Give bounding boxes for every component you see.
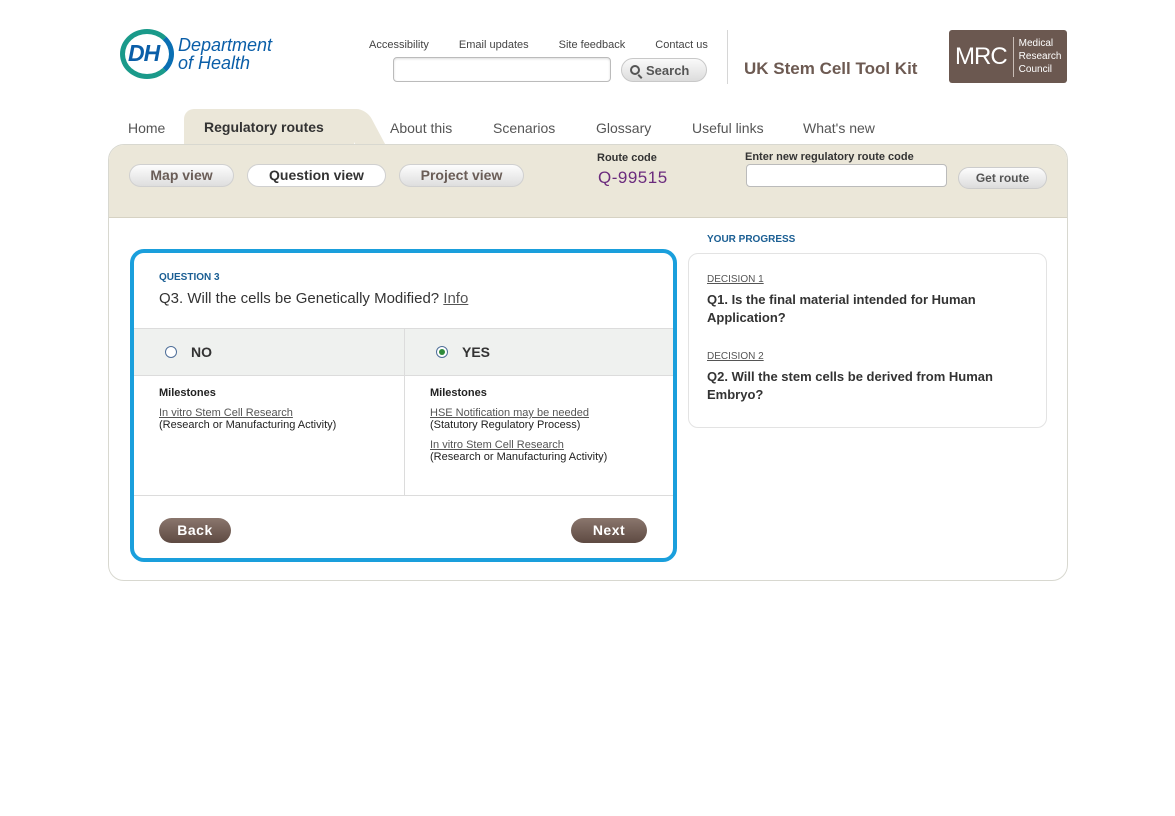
milestone-link[interactable]: In vitro Stem Cell Research	[430, 439, 673, 451]
route-code-label: Route code	[597, 152, 657, 164]
option-yes-header[interactable]: YES	[405, 329, 673, 376]
progress-panel: DECISION 1 Q1. Is the final material int…	[688, 253, 1047, 428]
decision-question: Q2. Will the stem cells be derived from …	[707, 369, 993, 402]
search-input[interactable]	[393, 57, 611, 82]
route-code-value: Q-99515	[598, 168, 668, 187]
option-yes-label: YES	[462, 344, 491, 360]
tab-about-this[interactable]: About this	[390, 120, 452, 136]
milestone-sub: (Research or Manufacturing Activity)	[159, 419, 337, 431]
project-view-button[interactable]: Project view	[399, 164, 524, 187]
logo-line-2: of Health	[178, 53, 251, 73]
progress-title: YOUR PROGRESS	[707, 234, 796, 245]
link-site-feedback[interactable]: Site feedback	[559, 39, 626, 51]
view-toolbar: Map view Question view Project view Rout…	[109, 145, 1067, 218]
mrc-line-1: Medical	[1018, 38, 1054, 49]
tab-home[interactable]: Home	[128, 120, 165, 136]
link-accessibility[interactable]: Accessibility	[369, 39, 429, 51]
option-yes: YES Milestones HSE Notification may be n…	[404, 329, 673, 495]
header-divider	[727, 30, 728, 84]
milestone-link[interactable]: HSE Notification may be needed	[430, 407, 673, 419]
get-route-button[interactable]: Get route	[958, 167, 1047, 189]
tab-scenarios[interactable]: Scenarios	[493, 120, 555, 136]
main-nav: Home Regulatory routes About this Scenar…	[108, 109, 1068, 145]
link-email-updates[interactable]: Email updates	[459, 39, 529, 51]
question-panel: QUESTION 3 Q3. Will the cells be Genetic…	[130, 249, 677, 562]
option-no-header[interactable]: NO	[134, 329, 404, 376]
next-button[interactable]: Next	[571, 518, 647, 543]
utility-links: Accessibility Email updates Site feedbac…	[369, 39, 738, 51]
option-no-label: NO	[191, 344, 212, 360]
decision-link[interactable]: DECISION 1	[707, 274, 1027, 285]
back-button[interactable]: Back	[159, 518, 231, 543]
mrc-logo[interactable]: MRC Medical Research Council	[949, 30, 1067, 83]
question-number: QUESTION 3	[159, 272, 220, 283]
search-button[interactable]: Search	[621, 58, 707, 82]
link-contact-us[interactable]: Contact us	[655, 39, 708, 51]
route-input-label: Enter new regulatory route code	[745, 151, 914, 163]
milestone-link[interactable]: In vitro Stem Cell Research	[159, 407, 404, 419]
route-code-input[interactable]	[746, 164, 947, 187]
milestones-title: Milestones	[159, 387, 216, 399]
question-text: Q3. Will the cells be Genetically Modifi…	[159, 290, 469, 307]
decision-item: DECISION 2 Q2. Will the stem cells be de…	[707, 351, 1027, 404]
magnifier-icon	[630, 65, 640, 75]
mrc-line-2: Research	[1018, 51, 1062, 62]
milestone-sub: (Research or Manufacturing Activity)	[430, 451, 608, 463]
decision-link[interactable]: DECISION 2	[707, 351, 1027, 362]
mrc-line-3: Council	[1018, 64, 1053, 75]
map-view-button[interactable]: Map view	[129, 164, 234, 187]
tab-whats-new[interactable]: What's new	[803, 120, 875, 136]
tab-glossary[interactable]: Glossary	[596, 120, 651, 136]
radio-yes[interactable]	[436, 346, 448, 358]
question-view-button[interactable]: Question view	[247, 164, 386, 187]
milestones-title: Milestones	[430, 387, 487, 399]
decision-question: Q1. Is the final material intended for H…	[707, 292, 976, 325]
info-link[interactable]: Info	[443, 290, 468, 307]
answer-options: NO Milestones In vitro Stem Cell Researc…	[134, 328, 673, 496]
search-button-label: Search	[646, 62, 690, 78]
logo-line-1: Department	[178, 35, 273, 55]
dh-logo-mark: DH	[120, 29, 174, 79]
tab-regulatory-routes[interactable]: Regulatory routes	[184, 109, 354, 145]
decision-item: DECISION 1 Q1. Is the final material int…	[707, 274, 1027, 327]
radio-no[interactable]	[165, 346, 177, 358]
site-title: UK Stem Cell Tool Kit	[744, 59, 918, 78]
milestones-yes: Milestones HSE Notification may be neede…	[405, 376, 673, 463]
mrc-abbr: MRC	[955, 36, 1014, 77]
milestones-no: Milestones In vitro Stem Cell Research (…	[134, 376, 404, 431]
milestone-sub: (Statutory Regulatory Process)	[430, 419, 581, 431]
dh-logo[interactable]: DH Department of Health	[120, 29, 272, 79]
main-panel: Map view Question view Project view Rout…	[108, 144, 1068, 581]
option-no: NO Milestones In vitro Stem Cell Researc…	[134, 329, 404, 495]
tab-useful-links[interactable]: Useful links	[692, 120, 764, 136]
